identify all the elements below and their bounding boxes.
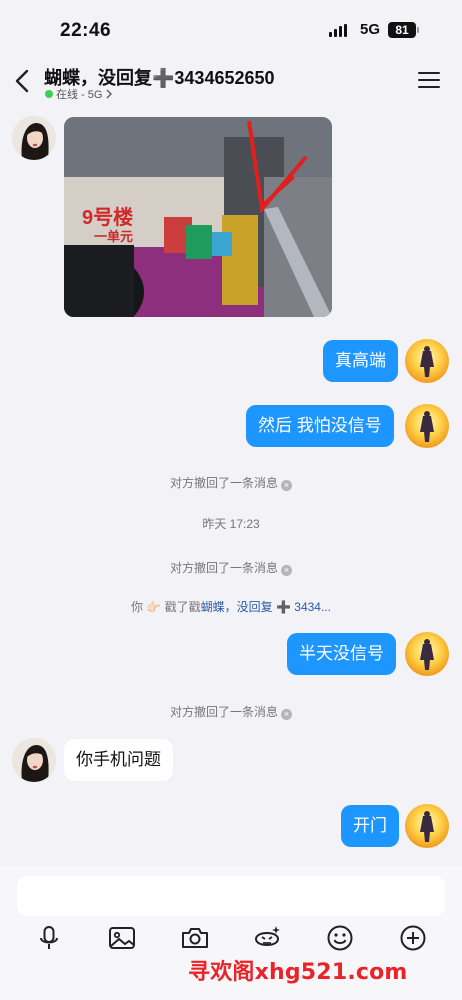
sticker-icon[interactable] [252, 923, 282, 953]
battery-icon: 81 [388, 22, 419, 38]
message-bubble-self[interactable]: 半天没信号 [287, 633, 396, 675]
menu-icon[interactable] [418, 72, 440, 90]
chevron-right-icon [106, 89, 113, 99]
poke-text: 你 👉🏻 戳了戳 [131, 600, 201, 614]
presence-label: 在线 - 5G [56, 89, 103, 101]
silhouette-figure-icon [420, 411, 434, 442]
close-circle-icon: × [281, 565, 292, 576]
system-message-recalled: 对方撤回了一条消息 × [0, 474, 462, 491]
emoji-icon[interactable] [325, 923, 355, 953]
self-avatar[interactable] [405, 804, 449, 848]
close-circle-icon: × [281, 709, 292, 720]
status-bar: 22:46 5G 81 [0, 0, 462, 56]
network-label: 5G [360, 21, 381, 38]
camera-icon[interactable] [180, 923, 210, 953]
photo-sign-subtext: 一单元 [94, 229, 134, 244]
signal-icon [329, 24, 347, 37]
contact-avatar[interactable] [12, 738, 56, 782]
chat-header: 蝴蝶，没回复➕3434652650 在线 - 5G [0, 56, 462, 106]
message-input[interactable] [17, 876, 445, 916]
microphone-icon[interactable] [34, 923, 64, 953]
silhouette-figure-icon [420, 811, 434, 842]
system-message-text: 对方撤回了一条消息 [169, 476, 278, 490]
input-bar: 寻欢阁xhg521.com [0, 866, 462, 1000]
message-bubble-self[interactable]: 开门 [341, 805, 399, 847]
online-dot-icon [45, 90, 53, 98]
status-time: 22:46 [60, 20, 112, 41]
system-message-text: 对方撤回了一条消息 [169, 705, 278, 719]
system-message-recalled: 对方撤回了一条消息 × [0, 559, 462, 576]
back-arrow-icon[interactable] [12, 66, 34, 96]
self-avatar[interactable] [405, 404, 449, 448]
girl-portrait-icon [12, 116, 56, 160]
watermark-text: 寻欢阁xhg521.com [188, 960, 408, 985]
poke-notice: 你 👉🏻 戳了戳蝴蝶，没回复 ➕ 3434... [0, 598, 462, 615]
presence-status[interactable]: 在线 - 5G [45, 86, 113, 102]
silhouette-figure-icon [420, 639, 434, 670]
image-icon[interactable] [107, 923, 137, 953]
system-message-recalled: 对方撤回了一条消息 × [0, 703, 462, 720]
contact-avatar[interactable] [12, 116, 56, 160]
self-avatar[interactable] [405, 632, 449, 676]
message-bubble-self[interactable]: 真高端 [323, 340, 398, 382]
message-list[interactable]: 9号楼 一单元 真高端 然后 我怕没信号 对方撤回了一条消息 × 昨天 17:23… [0, 106, 462, 866]
self-avatar[interactable] [405, 339, 449, 383]
girl-portrait-icon [12, 738, 56, 782]
message-bubble-self[interactable]: 然后 我怕没信号 [246, 405, 394, 447]
close-circle-icon: × [281, 480, 292, 491]
time-separator: 昨天 17:23 [202, 517, 260, 531]
poke-target-link[interactable]: 蝴蝶，没回复 ➕ 3434... [201, 600, 331, 614]
image-message[interactable]: 9号楼 一单元 [64, 117, 332, 317]
silhouette-figure-icon [420, 346, 434, 377]
message-bubble-other[interactable]: 你手机问题 [64, 739, 173, 781]
system-message-text: 对方撤回了一条消息 [169, 561, 278, 575]
plus-icon[interactable] [398, 923, 428, 953]
